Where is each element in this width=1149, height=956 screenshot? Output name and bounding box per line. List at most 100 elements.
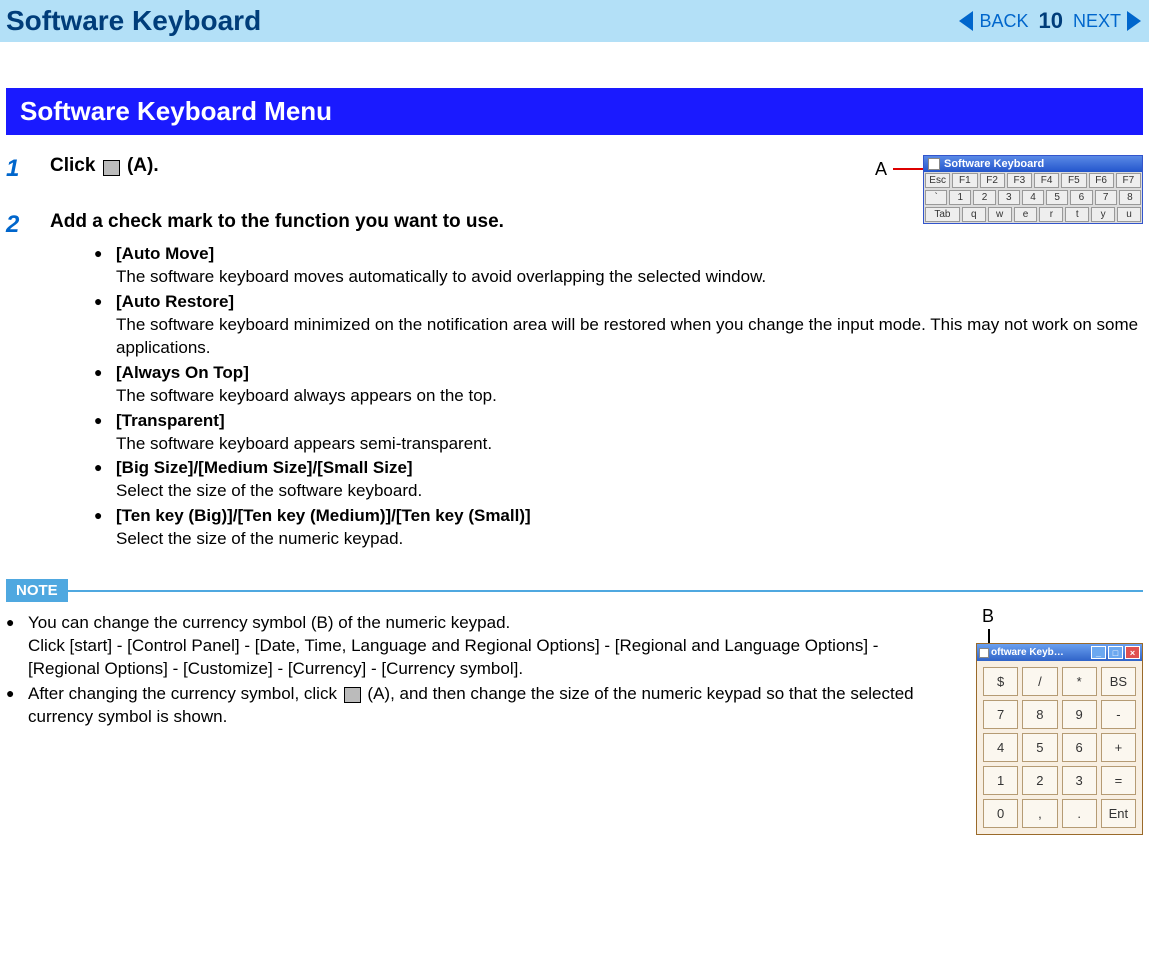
bullet-desc: The software keyboard moves automaticall… (116, 267, 766, 286)
bullet-desc: Select the size of the numeric keypad. (116, 529, 403, 548)
bullet-label: [Always On Top] (116, 363, 249, 382)
step-2-number: 2 (6, 211, 50, 239)
numpad-key[interactable]: + (1101, 733, 1136, 762)
note-text: You can change the currency symbol (B) o… (6, 612, 1143, 729)
maximize-icon[interactable]: □ (1108, 646, 1123, 659)
minimize-icon[interactable]: _ (1091, 646, 1106, 659)
nav-controls: BACK 10 NEXT (959, 8, 1141, 34)
numpad-key[interactable]: 9 (1062, 700, 1097, 729)
numpad-key[interactable]: * (1062, 667, 1097, 696)
software-keyboard-window: Software Keyboard Esc F1 F2 F3 F4 F5 F6 … (923, 155, 1143, 224)
keyboard-key[interactable]: F3 (1007, 173, 1032, 188)
system-menu-icon[interactable] (928, 158, 940, 170)
note-divider (68, 590, 1143, 592)
keyboard-key[interactable]: 7 (1095, 190, 1117, 205)
content-area: 1 Click (A). A Software Keyboard Esc F1 … (6, 155, 1143, 551)
figure-b: B oftware Keyb… _ □ × $ / * BS 7 8 9 - 4 (976, 606, 1143, 835)
keyboard-key[interactable]: 3 (998, 190, 1020, 205)
keyboard-key[interactable]: u (1117, 207, 1141, 222)
nav-next-icon[interactable] (1127, 11, 1141, 31)
numpad-key[interactable]: Ent (1101, 799, 1136, 828)
bullet-desc: The software keyboard always appears on … (116, 386, 497, 405)
note-item-1-line1: You can change the currency symbol (B) o… (28, 613, 510, 632)
nav-next-link[interactable]: NEXT (1073, 11, 1121, 32)
keyboard-key[interactable]: y (1091, 207, 1115, 222)
list-item: [Ten key (Big)]/[Ten key (Medium)]/[Ten … (94, 505, 1143, 551)
keyboard-key[interactable]: 4 (1022, 190, 1044, 205)
section-heading: Software Keyboard Menu (6, 88, 1143, 135)
numpad-key[interactable]: 5 (1022, 733, 1057, 762)
numpad-title-text: oftware Keyb… (991, 647, 1064, 658)
callout-line-b (988, 629, 990, 643)
keyboard-key[interactable]: Tab (925, 207, 960, 222)
keyboard-key[interactable]: w (988, 207, 1012, 222)
system-menu-icon[interactable] (979, 648, 989, 658)
numpad-key[interactable]: BS (1101, 667, 1136, 696)
step-1-number: 1 (6, 155, 50, 183)
step-1-title-after: (A). (122, 155, 159, 176)
keyboard-key[interactable]: 8 (1119, 190, 1141, 205)
keyboard-key[interactable]: F6 (1089, 173, 1114, 188)
keyboard-key[interactable]: 2 (973, 190, 995, 205)
bullet-desc: Select the size of the software keyboard… (116, 481, 422, 500)
numpad-key[interactable]: = (1101, 766, 1136, 795)
numpad-key[interactable]: 6 (1062, 733, 1097, 762)
keyboard-key[interactable]: 6 (1070, 190, 1092, 205)
bullet-desc: The software keyboard minimized on the n… (116, 315, 1138, 357)
numpad-key[interactable]: 0 (983, 799, 1018, 828)
note-item-2-before: After changing the currency symbol, clic… (28, 684, 342, 703)
numpad-key[interactable]: 4 (983, 733, 1018, 762)
note-body: You can change the currency symbol (B) o… (6, 612, 1143, 729)
keyboard-key[interactable]: e (1014, 207, 1038, 222)
keyboard-key[interactable]: q (962, 207, 986, 222)
keyboard-key[interactable]: 5 (1046, 190, 1068, 205)
figure-b-label: B (982, 606, 1143, 627)
page-number: 10 (1035, 8, 1067, 34)
numpad-key[interactable]: , (1022, 799, 1057, 828)
numpad-key[interactable]: / (1022, 667, 1057, 696)
list-item: [Transparent]The software keyboard appea… (94, 410, 1143, 456)
keyboard-key[interactable]: r (1039, 207, 1063, 222)
system-menu-icon (344, 687, 361, 703)
list-item: [Auto Restore] The software keyboard mini… (94, 291, 1143, 360)
keyboard-key[interactable]: 1 (949, 190, 971, 205)
software-keyboard-titlebar: Software Keyboard (924, 156, 1142, 172)
note-header: NOTE (6, 579, 1143, 602)
numpad-key[interactable]: - (1101, 700, 1136, 729)
numpad-titlebar: oftware Keyb… _ □ × (977, 644, 1142, 661)
nav-back-icon[interactable] (959, 11, 973, 31)
keyboard-key[interactable]: ` (925, 190, 947, 205)
list-item: After changing the currency symbol, clic… (6, 683, 943, 729)
keyboard-key[interactable]: F1 (952, 173, 977, 188)
numpad-key[interactable]: 8 (1022, 700, 1057, 729)
keyboard-key[interactable]: t (1065, 207, 1089, 222)
software-keyboard-title-text: Software Keyboard (944, 158, 1044, 170)
keyboard-key[interactable]: F2 (980, 173, 1005, 188)
keyboard-row-3: Tab q w e r t y u (924, 206, 1142, 223)
numpad-key[interactable]: $ (983, 667, 1018, 696)
keyboard-row-2: ` 1 2 3 4 5 6 7 8 (924, 189, 1142, 206)
note-label: NOTE (6, 579, 68, 602)
keyboard-key[interactable]: F7 (1116, 173, 1141, 188)
numpad-key[interactable]: 7 (983, 700, 1018, 729)
numpad-key[interactable]: 1 (983, 766, 1018, 795)
bullet-label: [Big Size]/[Medium Size]/[Small Size] (116, 458, 413, 477)
numpad-key[interactable]: . (1062, 799, 1097, 828)
keyboard-key[interactable]: Esc (925, 173, 950, 188)
page-title: Software Keyboard (0, 3, 267, 39)
keyboard-row-1: Esc F1 F2 F3 F4 F5 F6 F7 (924, 172, 1142, 189)
numpad-key[interactable]: 2 (1022, 766, 1057, 795)
bullet-label: [Auto Restore] (116, 292, 234, 311)
keyboard-key[interactable]: F5 (1061, 173, 1086, 188)
close-icon[interactable]: × (1125, 646, 1140, 659)
keyboard-key[interactable]: F4 (1034, 173, 1059, 188)
bullet-label: [Auto Move] (116, 244, 214, 263)
step-2-title: Add a check mark to the function you wan… (50, 211, 504, 233)
bullet-label: [Ten key (Big)]/[Ten key (Medium)]/[Ten … (116, 506, 531, 525)
numpad-key[interactable]: 3 (1062, 766, 1097, 795)
step-1-title: Click (A). (50, 155, 159, 177)
figure-a: A Software Keyboard Esc F1 F2 F3 F4 F5 F… (923, 155, 1143, 224)
step-2: 2 Add a check mark to the function you w… (50, 211, 1143, 551)
nav-back-link[interactable]: BACK (979, 11, 1028, 32)
numpad-grid: $ / * BS 7 8 9 - 4 5 6 + 1 2 3 = 0 , . E… (977, 661, 1142, 834)
